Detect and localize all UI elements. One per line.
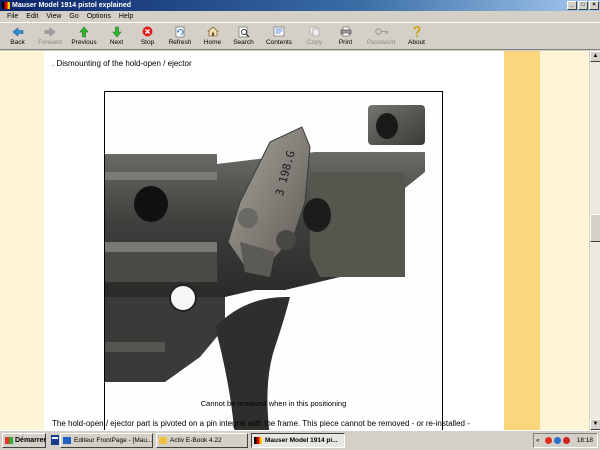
tray-expand-icon[interactable]: « bbox=[536, 434, 540, 447]
photo-caption: Cannot be removed when in this positioni… bbox=[200, 399, 347, 408]
windows-logo-icon bbox=[5, 437, 13, 444]
forward-button[interactable]: Forward bbox=[33, 23, 67, 50]
password-button[interactable]: Password bbox=[361, 23, 401, 50]
task-activ-ebook[interactable]: Activ E-Book 4.22 bbox=[156, 433, 248, 448]
toolbar: Back Forward Previous Next Stop Refresh … bbox=[0, 22, 600, 50]
refresh-button[interactable]: Refresh bbox=[163, 23, 197, 50]
menu-bar: File Edit View Go Options Help bbox=[0, 11, 600, 22]
search-icon bbox=[237, 25, 250, 38]
previous-button[interactable]: Previous bbox=[67, 23, 101, 50]
taskbar: Démarrer Editeur FrontPage - [Mau... Act… bbox=[0, 430, 600, 450]
scroll-down-button[interactable]: ▼ bbox=[590, 419, 600, 430]
menu-view[interactable]: View bbox=[42, 11, 65, 22]
folder-icon bbox=[159, 437, 167, 444]
quick-launch-icon[interactable] bbox=[50, 434, 60, 447]
back-button[interactable]: Back bbox=[2, 23, 33, 50]
home-button[interactable]: Home bbox=[197, 23, 228, 50]
section-heading: . Dismounting of the hold-open / ejector bbox=[52, 59, 192, 68]
system-tray: « 18:18 bbox=[533, 433, 598, 448]
forward-arrow-icon bbox=[44, 25, 57, 38]
scroll-thumb[interactable] bbox=[590, 214, 600, 242]
key-icon bbox=[374, 25, 388, 38]
about-button[interactable]: About bbox=[401, 23, 432, 50]
title-bar: Mauser Model 1914 pistol explained _ □ × bbox=[0, 0, 600, 11]
window-title: Mauser Model 1914 pistol explained bbox=[12, 2, 132, 9]
about-icon bbox=[410, 25, 423, 38]
menu-help[interactable]: Help bbox=[115, 11, 137, 22]
body-paragraph: The hold-open / ejector part is pivoted … bbox=[52, 419, 470, 428]
app-icon bbox=[2, 2, 10, 9]
contents-button[interactable]: Contents bbox=[259, 23, 299, 50]
search-button[interactable]: Search bbox=[228, 23, 259, 50]
menu-go[interactable]: Go bbox=[65, 11, 82, 22]
menu-file[interactable]: File bbox=[3, 11, 22, 22]
next-button[interactable]: Next bbox=[101, 23, 132, 50]
home-icon bbox=[206, 25, 219, 38]
up-arrow-icon bbox=[78, 25, 91, 38]
menu-options[interactable]: Options bbox=[83, 11, 115, 22]
window-controls: _ □ × bbox=[567, 1, 599, 10]
refresh-icon bbox=[174, 25, 187, 38]
ebook-icon bbox=[254, 437, 262, 444]
stop-button[interactable]: Stop bbox=[132, 23, 163, 50]
start-button[interactable]: Démarrer bbox=[2, 433, 46, 448]
task-mauser-ebook[interactable]: Mauser Model 1914 pi... bbox=[251, 433, 345, 448]
vertical-scrollbar[interactable]: ▲ ▼ bbox=[589, 51, 600, 430]
copy-icon bbox=[308, 25, 321, 38]
network-icon[interactable] bbox=[554, 437, 561, 444]
antivirus-icon[interactable] bbox=[545, 437, 552, 444]
frontpage-icon bbox=[63, 437, 71, 444]
pistol-photo: 3 198.G bbox=[104, 91, 443, 430]
print-icon bbox=[339, 25, 352, 38]
task-frontpage[interactable]: Editeur FrontPage - [Mau... bbox=[60, 433, 153, 448]
stop-icon bbox=[141, 25, 154, 38]
back-arrow-icon bbox=[11, 25, 24, 38]
close-button[interactable]: × bbox=[589, 1, 599, 10]
maximize-button[interactable]: □ bbox=[578, 1, 588, 10]
document-view: . Dismounting of the hold-open / ejector bbox=[0, 51, 589, 430]
contents-icon bbox=[273, 25, 286, 38]
menu-edit[interactable]: Edit bbox=[22, 11, 42, 22]
minimize-button[interactable]: _ bbox=[567, 1, 577, 10]
scroll-up-button[interactable]: ▲ bbox=[590, 51, 600, 62]
down-arrow-icon bbox=[110, 25, 123, 38]
tray-app-icon[interactable] bbox=[563, 437, 570, 444]
print-button[interactable]: Print bbox=[330, 23, 361, 50]
copy-button[interactable]: Copy bbox=[299, 23, 330, 50]
clock: 18:18 bbox=[576, 437, 593, 444]
